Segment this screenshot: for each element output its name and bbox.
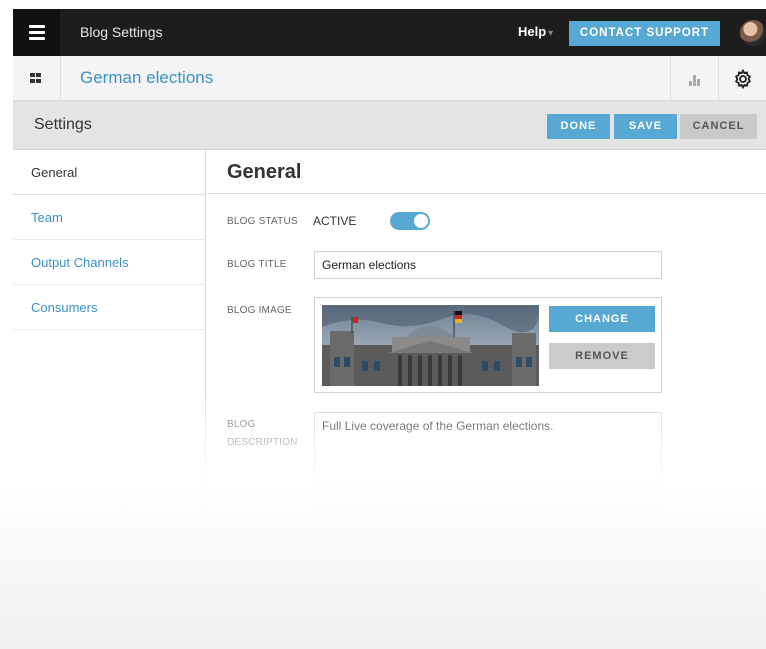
sidebar-item-general[interactable]: General [13, 150, 205, 195]
help-menu[interactable]: Help ▾ [518, 24, 553, 39]
embed-height-toggle[interactable] [390, 554, 430, 572]
gear-icon[interactable] [718, 56, 766, 101]
general-settings-panel: General BLOG STATUS ACTIVE BLOG TITLE Ge… [207, 150, 766, 649]
page-title: Settings [34, 116, 92, 133]
grid-icon[interactable] [13, 56, 61, 101]
remove-image-button[interactable]: REMOVE [549, 343, 655, 369]
blog-header: German elections [13, 56, 766, 101]
theme-label: THEME [227, 512, 263, 523]
help-label: Help [518, 24, 547, 39]
sidebar-item-consumers[interactable]: Consumers [13, 285, 205, 330]
change-image-button[interactable]: CHANGE [549, 306, 655, 332]
contact-support-button[interactable]: CONTACT SUPPORT [569, 21, 720, 46]
blog-description-textarea[interactable]: Full Live coverage of the German electio… [314, 412, 662, 483]
cancel-button[interactable]: CANCEL [680, 114, 757, 139]
chevron-down-icon: ▾ [548, 28, 554, 39]
blog-description-label: BLOG DESCRIPTION [227, 416, 298, 452]
theme-select-value: ZEIT ONLINE Default Theme [322, 510, 478, 524]
chevron-down-icon: ▼ [644, 513, 652, 522]
app-window: Blog Settings Help ▾ CONTACT SUPPORT Germ… [13, 9, 766, 649]
hamburger-menu-icon[interactable] [13, 9, 60, 56]
sidebar-item-output-channels[interactable]: Output Channels [13, 240, 205, 285]
settings-toolbar: Settings DONE SAVE CANCEL [13, 101, 766, 150]
blog-image-box: CHANGE REMOVE [314, 297, 662, 393]
app-title: Blog Settings [80, 24, 163, 40]
sidebar-item-team[interactable]: Team [13, 195, 205, 240]
save-button[interactable]: SAVE [614, 114, 677, 139]
blog-title-label: BLOG TITLE [227, 259, 287, 270]
blog-image-label: BLOG IMAGE [227, 305, 292, 316]
embed-height-label: EMBED HEIGHT [227, 558, 306, 569]
divider [207, 193, 766, 194]
gear-icon-glyph [734, 68, 751, 89]
blog-image-photo [322, 305, 539, 386]
blog-description-label-line2: DESCRIPTION [227, 437, 298, 448]
toggle-knob [414, 214, 428, 228]
settings-sidebar: General Team Output Channels Consumers [13, 150, 206, 649]
blog-name[interactable]: German elections [80, 68, 213, 88]
bar-chart-icon[interactable] [670, 56, 718, 101]
blog-description-label-line1: BLOG [227, 419, 256, 430]
done-button[interactable]: DONE [547, 114, 610, 139]
blog-status-value: ACTIVE [313, 214, 357, 228]
theme-select[interactable]: ZEIT ONLINE Default Theme ▼ [314, 504, 662, 531]
blog-status-label: BLOG STATUS [227, 216, 298, 227]
embed-height-value: NORMAL [313, 556, 365, 570]
top-navbar: Blog Settings Help ▾ CONTACT SUPPORT [13, 9, 766, 56]
section-title: General [227, 161, 302, 183]
blog-title-input[interactable]: German elections [314, 251, 662, 279]
avatar[interactable] [740, 20, 766, 46]
blog-status-toggle[interactable] [390, 212, 430, 230]
